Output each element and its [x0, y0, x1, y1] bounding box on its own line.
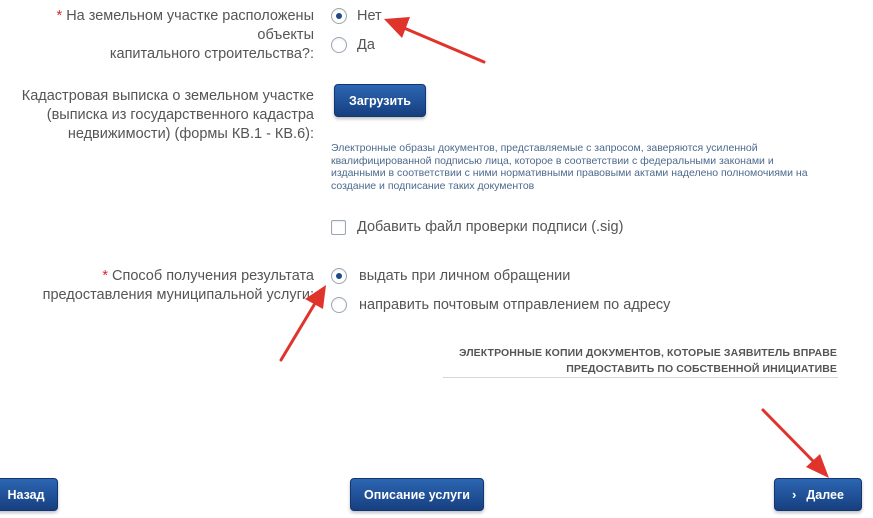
signature-hint: Электронные образы документов, представл… [331, 142, 831, 192]
radio-post[interactable] [331, 297, 347, 313]
radio-option-post[interactable]: направить почтовым отправлением по адрес… [331, 297, 670, 313]
upload-button[interactable]: Загрузить [334, 84, 426, 117]
required-mark: * [102, 268, 108, 284]
result-method-line1: Способ получения результата [112, 268, 314, 284]
radio-net-label[interactable]: Нет [357, 8, 382, 24]
upload-button-label: Загрузить [349, 93, 411, 108]
radio-da-label[interactable]: Да [357, 37, 375, 53]
capital-question-label: * На земельном участке расположены объек… [0, 7, 315, 64]
radio-option-da[interactable]: Да [331, 37, 375, 53]
radio-personal-label[interactable]: выдать при личном обращении [359, 268, 570, 284]
section-divider [443, 377, 838, 378]
sig-checkbox-row[interactable]: Добавить файл проверки подписи (.sig) [331, 219, 623, 235]
ecopies-line1: ЭЛЕКТРОННЫЕ КОПИИ ДОКУМЕНТОВ, КОТОРЫЕ ЗА… [459, 347, 837, 359]
required-mark: * [56, 8, 63, 24]
hint-line3: изданными в соответствии с ними норматив… [331, 167, 808, 179]
chevron-right-icon: › [792, 487, 797, 502]
radio-option-net[interactable]: Нет [331, 8, 382, 24]
hint-line4: создание и подписание таких документов [331, 179, 535, 192]
back-button[interactable]: Назад [0, 478, 58, 511]
cadastral-label: Кадастровая выписка о земельном участке … [22, 87, 314, 144]
service-description-label: Описание услуги [364, 487, 470, 502]
radio-da[interactable] [331, 37, 347, 53]
capital-question-line1: На земельном участке расположены объекты [66, 8, 314, 43]
sig-checkbox-label[interactable]: Добавить файл проверки подписи (.sig) [357, 219, 623, 235]
annotation-arrow-icon [384, 17, 486, 64]
annotation-arrow-icon [761, 408, 829, 478]
hint-line2: квалифицированной подписью лица, которое… [331, 154, 774, 167]
ecopies-header: ЭЛЕКТРОННЫЕ КОПИИ ДОКУМЕНТОВ, КОТОРЫЕ ЗА… [459, 345, 837, 377]
result-method-line2: предоставления муниципальной услуги: [42, 287, 314, 303]
sig-checkbox[interactable] [331, 219, 346, 235]
radio-post-label[interactable]: направить почтовым отправлением по адрес… [359, 297, 670, 313]
annotation-arrows [279, 17, 829, 478]
radio-personal[interactable] [331, 268, 347, 284]
cadastral-label-line1: Кадастровая выписка о земельном участке [21, 88, 314, 104]
cadastral-label-line2: (выписка из государственного кадастра [46, 107, 314, 123]
next-button[interactable]: › Далее [774, 478, 862, 511]
radio-net[interactable] [331, 8, 347, 24]
result-method-label: * Способ получения результата предоставл… [43, 267, 314, 305]
next-button-label: Далее [806, 487, 844, 502]
back-button-label: Назад [7, 487, 45, 502]
service-description-button[interactable]: Описание услуги [350, 478, 484, 511]
radio-option-personal[interactable]: выдать при личном обращении [331, 268, 570, 284]
ecopies-line2: ПРЕДОСТАВИТЬ ПО СОБСТВЕННОЙ ИНИЦИАТИВЕ [566, 363, 837, 375]
hint-line1: Электронные образы документов, представл… [331, 142, 758, 154]
cadastral-label-line3: недвижимости) (формы КВ.1 - КВ.6): [67, 126, 314, 142]
capital-question-line2: капитального строительства?: [109, 46, 314, 62]
